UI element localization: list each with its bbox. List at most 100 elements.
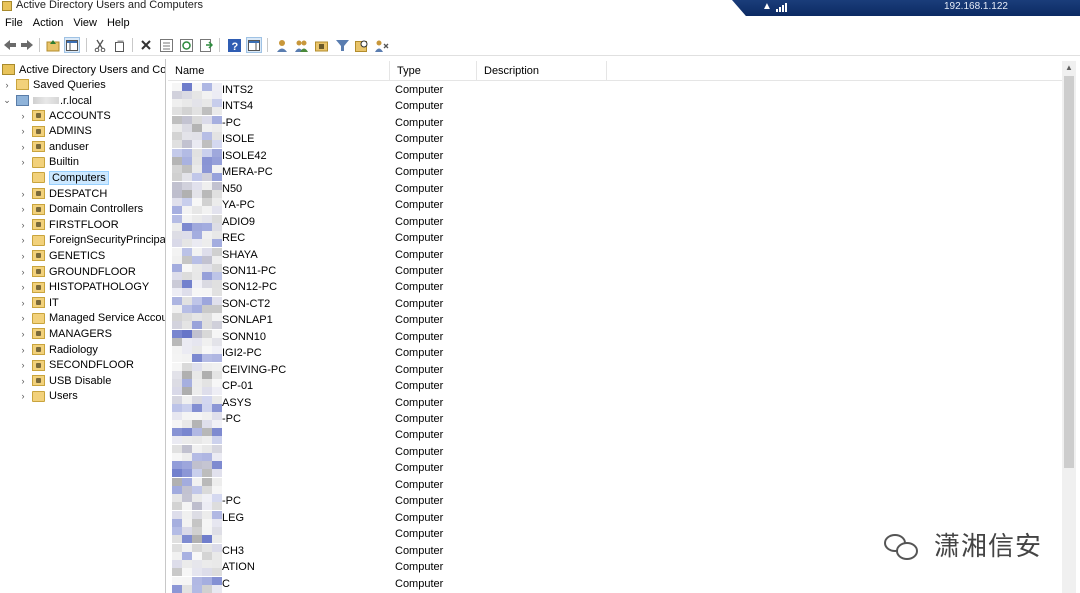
list-row[interactable]: ISOLE42 Computer xyxy=(168,148,1062,165)
tree-item-genetics[interactable]: › GENETICS xyxy=(18,248,106,263)
list-row[interactable]: IGI2-PC Computer xyxy=(168,346,1062,363)
expand-chevron-icon[interactable]: › xyxy=(18,329,28,339)
list-row[interactable]: -PC Computer xyxy=(168,412,1062,428)
column-header-type[interactable]: Type xyxy=(390,61,477,81)
delete-icon[interactable] xyxy=(138,37,154,53)
tree-item-managers[interactable]: › MANAGERS xyxy=(18,326,112,341)
list-row[interactable]: -PC Computer xyxy=(168,115,1062,132)
expand-chevron-icon[interactable]: › xyxy=(18,126,28,136)
tree-saved-queries[interactable]: › Saved Queries xyxy=(2,77,106,92)
expand-chevron-icon[interactable]: › xyxy=(18,189,28,199)
tree-item-it[interactable]: › IT xyxy=(18,295,59,310)
list-row[interactable]: SON11-PC Computer xyxy=(168,263,1062,280)
list-row[interactable]: ISOLE Computer xyxy=(168,132,1062,149)
vertical-scrollbar[interactable]: ▲ xyxy=(1062,61,1076,593)
tree-item-computers[interactable]: Computers xyxy=(18,170,109,185)
list-row[interactable]: ADIO9 Computer xyxy=(168,214,1062,231)
list-row[interactable]: CEIVING-PC Computer xyxy=(168,362,1062,379)
list-row[interactable]: -PC Computer xyxy=(168,494,1062,511)
up-folder-icon[interactable] xyxy=(45,37,61,53)
expand-chevron-icon[interactable]: › xyxy=(18,376,28,386)
column-header-description[interactable]: Description xyxy=(477,61,607,81)
tree-item-groundfloor[interactable]: › GROUNDFLOOR xyxy=(18,264,136,279)
expand-chevron-icon[interactable]: › xyxy=(18,142,28,152)
menu-view[interactable]: View xyxy=(68,15,102,33)
expand-chevron-icon[interactable]: › xyxy=(18,251,28,261)
tree-item-usb-disable[interactable]: › USB Disable xyxy=(18,373,112,388)
connection-signal-icon xyxy=(776,3,788,12)
tree-item-admins[interactable]: › ADMINS xyxy=(18,124,92,139)
column-header-name[interactable]: Name ˆ xyxy=(168,61,390,81)
tree-item-firstfloor[interactable]: › FIRSTFLOOR xyxy=(18,217,119,232)
expand-chevron-icon[interactable]: › xyxy=(18,220,28,230)
tree-item-managed-service-accounts[interactable]: › Managed Service Accounts xyxy=(18,311,166,326)
tree-root[interactable]: Active Directory Users and Com xyxy=(0,62,165,77)
export-list-icon[interactable] xyxy=(198,37,214,53)
list-row[interactable]: Computer xyxy=(168,428,1062,445)
expand-chevron-icon[interactable]: › xyxy=(18,298,28,308)
menu-file[interactable]: File xyxy=(0,15,28,33)
properties-icon[interactable] xyxy=(158,37,174,53)
tree-item-users[interactable]: › Users xyxy=(18,389,78,404)
help-icon[interactable]: ? xyxy=(226,37,242,53)
collapse-chevron-icon[interactable]: ⌄ xyxy=(2,95,12,106)
list-row[interactable]: SON12-PC Computer xyxy=(168,280,1062,297)
filter-icon[interactable] xyxy=(334,37,350,53)
list-row[interactable]: SHAYA Computer xyxy=(168,247,1062,264)
list-row[interactable]: Computer xyxy=(168,444,1062,461)
expand-chevron-icon[interactable]: › xyxy=(18,391,28,401)
list-row[interactable]: ASYS Computer xyxy=(168,395,1062,412)
list-row[interactable]: SON-CT2 Computer xyxy=(168,296,1062,313)
tree-item-domain-controllers[interactable]: › Domain Controllers xyxy=(18,202,144,217)
tree-item-despatch[interactable]: › DESPATCH xyxy=(18,186,108,201)
tree-item-histopathology[interactable]: › HISTOPATHOLOGY xyxy=(18,280,150,295)
list-row[interactable]: N50 Computer xyxy=(168,181,1062,198)
expand-chevron-icon[interactable]: › xyxy=(18,235,28,245)
show-console-tree-icon[interactable] xyxy=(64,37,80,53)
scroll-thumb[interactable] xyxy=(1064,76,1074,468)
expand-chevron-icon[interactable]: › xyxy=(18,111,28,121)
expand-chevron-icon[interactable]: › xyxy=(18,267,28,277)
tree-item-builtin[interactable]: › Builtin xyxy=(18,155,79,170)
tree-item-accounts[interactable]: › ACCOUNTS xyxy=(18,108,111,123)
expand-chevron-icon[interactable]: › xyxy=(18,313,28,323)
forward-icon[interactable] xyxy=(19,37,35,53)
tree-item-radiology[interactable]: › Radiology xyxy=(18,342,98,357)
tree-domain[interactable]: ⌄ .r.local xyxy=(2,93,92,108)
scroll-up-arrow-icon[interactable]: ▲ xyxy=(1062,61,1076,75)
tree-item-anduser[interactable]: › anduser xyxy=(18,139,89,154)
back-icon[interactable] xyxy=(2,37,18,53)
list-row[interactable]: Computer xyxy=(168,461,1062,478)
list-row[interactable]: SONLAP1 Computer xyxy=(168,313,1062,330)
list-row[interactable]: C Computer xyxy=(168,576,1062,593)
list-row[interactable]: INTS4 Computer xyxy=(168,99,1062,116)
new-ou-icon[interactable] xyxy=(314,37,330,53)
list-row[interactable]: CP-01 Computer xyxy=(168,379,1062,396)
list-row[interactable]: Computer xyxy=(168,477,1062,494)
refresh-icon[interactable] xyxy=(178,37,194,53)
cut-icon[interactable] xyxy=(92,37,108,53)
computer-name: CEIVING-PC xyxy=(222,363,287,376)
expand-chevron-icon[interactable]: › xyxy=(18,282,28,292)
expand-chevron-icon[interactable]: › xyxy=(18,345,28,355)
list-row[interactable]: MERA-PC Computer xyxy=(168,165,1062,182)
list-row[interactable]: YA-PC Computer xyxy=(168,198,1062,215)
find-icon[interactable] xyxy=(354,37,370,53)
list-row[interactable]: REC Computer xyxy=(168,231,1062,248)
new-group-icon[interactable] xyxy=(294,37,310,53)
expand-chevron-icon[interactable]: › xyxy=(18,360,28,370)
show-action-pane-icon[interactable] xyxy=(246,37,262,53)
add-to-group-icon[interactable] xyxy=(374,37,390,53)
new-user-icon[interactable] xyxy=(274,37,290,53)
list-row[interactable]: INTS2 Computer xyxy=(168,83,1062,99)
menu-help[interactable]: Help xyxy=(102,15,135,33)
expand-chevron-icon[interactable]: › xyxy=(2,80,12,90)
pin-icon[interactable]: ▲ xyxy=(762,1,772,12)
expand-chevron-icon[interactable]: › xyxy=(18,157,28,167)
menu-action[interactable]: Action xyxy=(28,15,69,33)
expand-chevron-icon[interactable]: › xyxy=(18,204,28,214)
list-row[interactable]: SONN10 Computer xyxy=(168,329,1062,346)
tree-item-foreignsecurityprincipals[interactable]: › ForeignSecurityPrincipals xyxy=(18,233,166,248)
copy-icon[interactable] xyxy=(112,37,128,53)
tree-item-secondfloor[interactable]: › SECONDFLOOR xyxy=(18,358,134,373)
